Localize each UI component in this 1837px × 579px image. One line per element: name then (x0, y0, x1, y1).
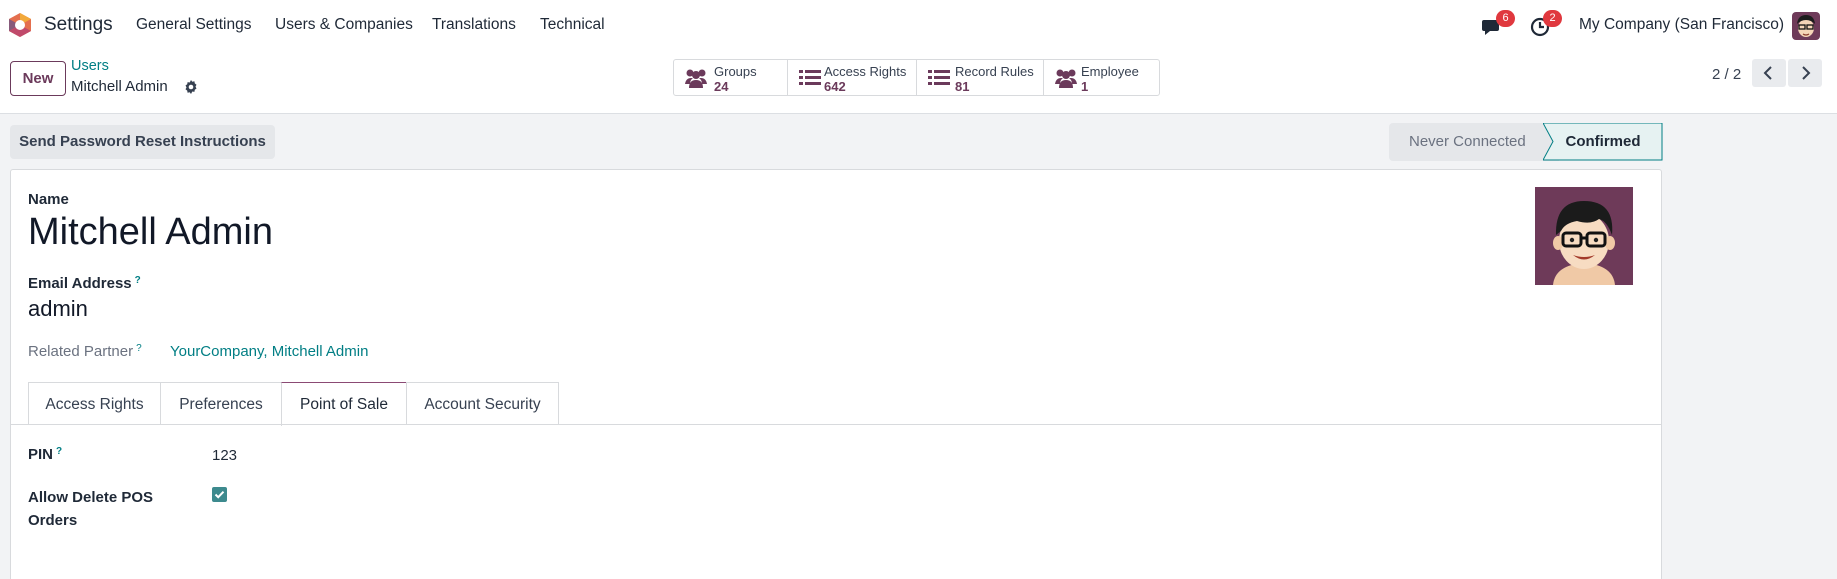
related-partner-label: Related Partner? (28, 343, 142, 360)
name-label: Name (28, 191, 69, 208)
stat-access-rights[interactable]: Access Rights 642 (788, 60, 917, 95)
stat-groups[interactable]: Groups 24 (674, 60, 788, 95)
allow-delete-pos-label: Allow Delete POS Orders (28, 489, 154, 529)
pager-previous-button[interactable] (1752, 59, 1786, 87)
pin-value[interactable]: 123 (212, 447, 237, 464)
status-never-connected[interactable]: Never Connected (1389, 123, 1559, 161)
user-avatar[interactable] (1792, 12, 1820, 40)
list-icon (928, 70, 950, 85)
gear-icon[interactable] (183, 79, 199, 95)
breadcrumb-users[interactable]: Users (71, 58, 109, 74)
activities-badge: 2 (1543, 10, 1562, 27)
tab-point-of-sale[interactable]: Point of Sale (281, 382, 406, 426)
pin-label: PIN? (28, 446, 62, 463)
status-confirmed[interactable]: Confirmed (1542, 122, 1663, 161)
chevron-left-icon (1763, 66, 1772, 80)
check-icon (214, 491, 225, 499)
chevron-right-icon (1802, 66, 1811, 80)
pager-next-button[interactable] (1788, 59, 1822, 87)
menu-general-settings[interactable]: General Settings (136, 16, 251, 34)
tab-preferences[interactable]: Preferences (160, 382, 281, 425)
stat-value: 1 (1081, 79, 1089, 94)
email-label: Email Address? (28, 275, 141, 292)
user-photo[interactable] (1535, 187, 1633, 285)
send-password-reset-button[interactable]: Send Password Reset Instructions (10, 125, 275, 159)
help-icon[interactable]: ? (56, 446, 62, 457)
tab-access-rights[interactable]: Access Rights (28, 382, 160, 425)
stat-label: Groups (714, 64, 757, 79)
users-icon (1055, 69, 1077, 88)
stat-buttons: Groups 24 Access Rights 642 Record Rules… (673, 59, 1160, 96)
pager-value[interactable]: 2 / 2 (1712, 66, 1741, 83)
tab-account-security[interactable]: Account Security (406, 382, 559, 425)
pin-label-text: PIN (28, 446, 54, 463)
odoo-logo-icon[interactable] (8, 12, 32, 38)
stat-label: Record Rules (955, 64, 1034, 79)
menu-translations[interactable]: Translations (432, 16, 516, 34)
stat-employee[interactable]: Employee 1 (1044, 60, 1159, 95)
new-button[interactable]: New (10, 61, 66, 96)
status-confirmed-label: Confirmed (1565, 133, 1641, 150)
stat-record-rules[interactable]: Record Rules 81 (917, 60, 1044, 95)
stat-label: Access Rights (824, 64, 907, 79)
stat-value: 642 (824, 79, 846, 94)
email-value[interactable]: admin (28, 296, 88, 322)
status-bar: Never Connected Confirmed (1389, 122, 1663, 161)
control-panel: New Users Mitchell Admin Groups 24 Acces… (0, 50, 1837, 114)
stat-label: Employee (1081, 64, 1139, 79)
stat-value: 81 (955, 79, 970, 94)
messages-badge: 6 (1496, 10, 1515, 27)
app-name[interactable]: Settings (44, 14, 113, 36)
menu-technical[interactable]: Technical (540, 16, 605, 34)
users-icon (685, 69, 707, 88)
notebook-tabs: Access Rights Preferences Point of Sale … (28, 382, 559, 426)
related-partner-label-text: Related Partner (28, 343, 134, 360)
breadcrumb-current: Mitchell Admin (71, 78, 168, 95)
email-label-text: Email Address (28, 275, 132, 292)
tabs-divider (10, 424, 1662, 425)
related-partner-link[interactable]: YourCompany, Mitchell Admin (170, 343, 368, 360)
help-icon[interactable]: ? (136, 343, 142, 354)
menu-users-companies[interactable]: Users & Companies (275, 16, 413, 34)
name-value[interactable]: Mitchell Admin (28, 211, 273, 254)
stat-value: 24 (714, 79, 729, 94)
list-icon (799, 70, 821, 85)
help-icon[interactable]: ? (135, 275, 141, 286)
top-navbar: Settings General Settings Users & Compan… (0, 0, 1837, 50)
allow-delete-pos-checkbox[interactable] (212, 487, 227, 502)
company-switcher[interactable]: My Company (San Francisco) (1579, 16, 1784, 34)
